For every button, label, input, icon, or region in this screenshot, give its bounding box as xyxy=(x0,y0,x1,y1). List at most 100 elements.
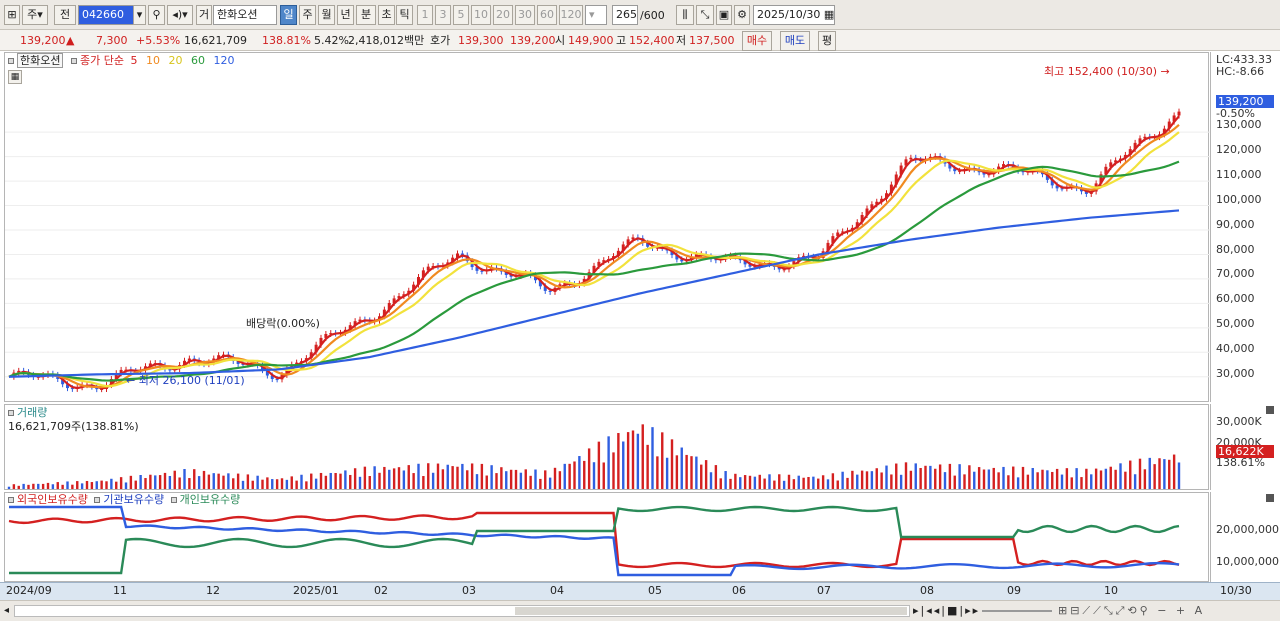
holding-chart xyxy=(8,505,1180,577)
bid-price: 139,200 xyxy=(510,34,556,47)
volume-bar xyxy=(724,471,727,489)
candle-icon[interactable]: ⫼ xyxy=(676,5,694,25)
price-panel-title[interactable]: 한화오션 xyxy=(17,53,64,68)
volume-bar xyxy=(739,477,742,489)
eval-button[interactable]: 평 xyxy=(818,31,836,51)
volume-bar xyxy=(1129,460,1132,489)
custom-period-select[interactable]: ▾ xyxy=(585,5,607,25)
x-label: 08 xyxy=(920,584,934,597)
volume-bar xyxy=(558,471,562,489)
volume-bar xyxy=(734,473,737,489)
chevron-down-icon[interactable]: ▾ xyxy=(133,5,146,25)
y-tick: 100,000 xyxy=(1216,193,1262,206)
hold-tick: 20,000,000 xyxy=(1216,523,1279,536)
market-select[interactable]: 주▾ xyxy=(22,5,48,25)
volume-bar xyxy=(821,475,825,489)
open-price: 149,900 xyxy=(568,34,614,47)
volume-bar xyxy=(475,474,479,489)
volume-bar xyxy=(368,475,371,489)
x-label: 09 xyxy=(1007,584,1021,597)
date-input[interactable]: 2025/10/30 ▦ xyxy=(753,5,835,25)
stock-name[interactable]: 한화오션 xyxy=(213,5,277,25)
volume-bar xyxy=(826,479,830,489)
volume-bar xyxy=(158,475,162,489)
count-1[interactable]: 1 xyxy=(417,5,433,25)
tab-second[interactable]: 초 xyxy=(378,5,395,25)
volume-bar xyxy=(168,475,172,489)
volume-bar xyxy=(1148,457,1151,489)
volume-bar xyxy=(846,477,849,489)
prev-button[interactable]: 전 xyxy=(54,5,76,25)
gear-icon[interactable]: ⚙ xyxy=(734,5,750,25)
volume-bar xyxy=(729,478,732,489)
grid-icon[interactable]: ▦ xyxy=(8,70,22,84)
x-axis xyxy=(0,582,1280,600)
volume-bar xyxy=(1075,468,1078,489)
volume-bar xyxy=(22,483,25,489)
volume-bar xyxy=(95,481,98,489)
volume-bar xyxy=(373,466,376,489)
volume-bar xyxy=(1163,459,1166,489)
count-5[interactable]: 5 xyxy=(453,5,469,25)
volume-bar xyxy=(266,477,269,489)
scrollbar-thumb[interactable] xyxy=(515,607,907,615)
count-10[interactable]: 10 xyxy=(471,5,491,25)
tab-month[interactable]: 월 xyxy=(318,5,335,25)
y-tick: 60,000 xyxy=(1216,292,1255,305)
volume-bar xyxy=(7,486,11,489)
scroll-left-icon[interactable]: ◂ xyxy=(4,605,9,616)
volume-bar xyxy=(1168,459,1171,489)
volume-bar xyxy=(519,472,523,489)
sell-button[interactable]: 매도 xyxy=(780,31,810,51)
low-annotation: ← 최저 26,100 (11/01) xyxy=(126,374,245,387)
low-label: 저 xyxy=(676,34,687,47)
count-30[interactable]: 30 xyxy=(515,5,535,25)
tab-year[interactable]: 년 xyxy=(337,5,354,25)
hc-label: HC:-8.66 xyxy=(1216,65,1265,78)
volume-bar xyxy=(1041,469,1044,489)
sound-icon[interactable]: ◂)▾ xyxy=(167,5,193,25)
tab-minute[interactable]: 분 xyxy=(356,5,376,25)
count-20[interactable]: 20 xyxy=(493,5,513,25)
ma-label: 종가 단순 xyxy=(79,54,124,67)
scrollbar[interactable] xyxy=(14,605,910,617)
volume-bar xyxy=(17,485,20,489)
volume-bar xyxy=(841,471,844,489)
count-120[interactable]: 120 xyxy=(559,5,583,25)
volume-bar xyxy=(885,465,888,489)
search-icon[interactable]: ⚲ xyxy=(148,5,165,25)
candle-body xyxy=(1177,111,1181,116)
close-icon[interactable] xyxy=(1266,406,1274,414)
volume-bar xyxy=(232,478,235,489)
save-icon[interactable]: ▣ xyxy=(716,5,732,25)
playback-controls[interactable]: ▸|◂◂|■|▸▸ xyxy=(913,604,980,617)
volume-bar xyxy=(812,476,815,489)
zoom-slider[interactable] xyxy=(982,610,1052,612)
volume-bar xyxy=(227,473,230,489)
price-legend: 한화오션 종가 단순 5 10 20 60 120 xyxy=(8,53,234,68)
count-input[interactable]: 265 xyxy=(612,5,638,25)
tool-icon[interactable]: ⤡ xyxy=(696,5,714,25)
buy-button[interactable]: 매수 xyxy=(742,31,772,51)
amount: 2,418,012백만 xyxy=(348,34,425,47)
volume-bar xyxy=(768,474,771,489)
tab-week[interactable]: 주 xyxy=(299,5,316,25)
volume-bar xyxy=(485,475,488,489)
volume-bar xyxy=(1085,468,1088,489)
volume-bar xyxy=(1114,469,1117,489)
volume-bar xyxy=(782,480,786,489)
window-menu-icon[interactable]: ⊞ xyxy=(4,5,20,25)
close-icon[interactable] xyxy=(1266,494,1274,502)
volume-bar xyxy=(685,454,688,489)
volume-bar xyxy=(1012,466,1015,489)
volume-bar xyxy=(27,484,30,489)
volume-bar xyxy=(1070,477,1073,489)
volume-bar xyxy=(1016,477,1020,489)
tab-tick[interactable]: 틱 xyxy=(396,5,413,25)
count-3[interactable]: 3 xyxy=(435,5,451,25)
tab-day[interactable]: 일 xyxy=(280,5,297,25)
chart-tools-icon[interactable]: ⊞⊟⟋⟋⤡⤢⟲⚲ − + A xyxy=(1058,604,1205,618)
count-60[interactable]: 60 xyxy=(537,5,557,25)
volume-chart xyxy=(7,424,1181,489)
volume-bar xyxy=(612,452,615,489)
